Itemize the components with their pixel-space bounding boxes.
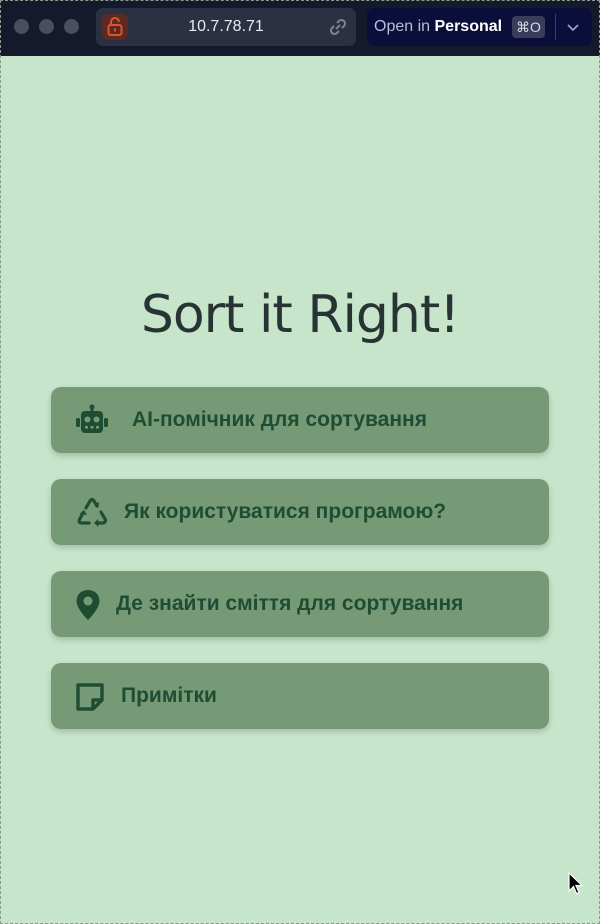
address-bar[interactable]: 10.7.78.71 [96, 8, 356, 46]
window-minimize-control[interactable] [39, 19, 54, 34]
recycle-icon [77, 497, 108, 527]
browser-titlebar: 10.7.78.71 Open in Personal ⌘O [0, 0, 600, 56]
how-to-use-button[interactable]: Як користуватися програмою? [51, 479, 549, 545]
notes-button[interactable]: Примітки [51, 663, 549, 729]
window-frame [0, 0, 600, 924]
how-to-use-label: Як користуватися програмою? [124, 500, 447, 523]
robot-icon [76, 404, 108, 433]
link-icon[interactable] [328, 17, 348, 37]
location-pin-icon [76, 590, 100, 620]
note-icon [76, 683, 104, 711]
open-in-label: Open in Personal [374, 18, 503, 35]
window-zoom-control[interactable] [64, 19, 79, 34]
window-close-control[interactable] [14, 19, 29, 34]
notes-label: Примітки [121, 684, 217, 707]
url-text[interactable]: 10.7.78.71 [96, 8, 356, 46]
find-sorting-locations-button[interactable]: Де знайти сміття для сортування [51, 571, 549, 637]
chevron-down-icon[interactable] [565, 19, 581, 35]
divider [555, 14, 556, 40]
page-title: Sort it Right! [140, 285, 460, 345]
mouse-pointer-icon [568, 872, 584, 895]
ai-assistant-label: AI-помічник для сортування [132, 408, 427, 431]
open-in-profile-button[interactable]: Open in Personal ⌘O [367, 8, 592, 46]
find-sorting-locations-label: Де знайти сміття для сортування [116, 592, 464, 615]
shortcut-badge: ⌘O [512, 16, 545, 38]
ai-assistant-button[interactable]: AI-помічник для сортування [51, 387, 549, 453]
